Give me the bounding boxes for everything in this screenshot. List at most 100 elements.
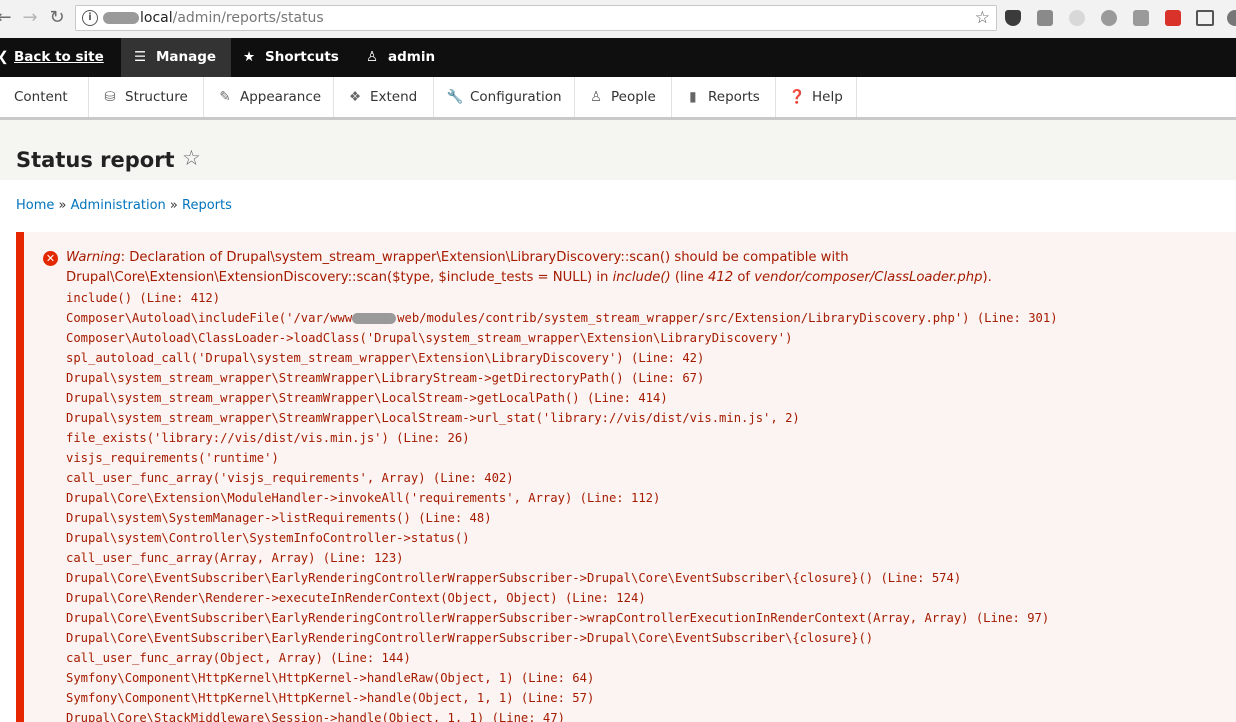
page-title: Status report xyxy=(16,148,175,172)
tray-label: Appearance xyxy=(240,89,322,105)
add-shortcut-star-icon[interactable]: ☆ xyxy=(182,146,201,170)
trace-part: web/modules/contrib/system_stream_wrappe… xyxy=(397,311,1058,325)
back-to-site-link[interactable]: ❮Back to site xyxy=(0,38,104,77)
brush-icon: ✎ xyxy=(219,89,231,105)
manage-tab[interactable]: ☰ Manage xyxy=(121,38,231,77)
trace-line: Composer\Autoload\includeFile('/var/www w… xyxy=(66,308,1058,328)
warning-label: Warning xyxy=(66,250,121,265)
url-path: /admin/reports/status xyxy=(172,10,324,26)
tray-label: Configuration xyxy=(470,89,562,105)
breadcrumb: Home » Administration » Reports xyxy=(16,198,232,213)
tray-item-people[interactable]: ♙ People xyxy=(575,77,672,117)
address-bar[interactable]: i local/admin/reports/status ☆ xyxy=(75,5,997,31)
warning-text: Warning: Declaration of Drupal\system_st… xyxy=(66,248,1216,288)
camera-icon[interactable] xyxy=(1037,10,1053,26)
help-icon: ❓ xyxy=(788,89,806,105)
trace-line: Drupal\Core\StackMiddleware\Session->han… xyxy=(66,711,565,722)
warning-function: include() xyxy=(612,270,671,285)
trace-part: Composer\Autoload\includeFile('/var/www xyxy=(66,311,353,325)
puzzle-icon: ❖ xyxy=(348,89,362,105)
trace-line: Composer\Autoload\ClassLoader->loadClass… xyxy=(66,331,793,345)
trace-line: Drupal\system\Controller\SystemInfoContr… xyxy=(66,531,470,545)
wrench-icon: 🔧 xyxy=(446,89,464,105)
trace-line: Drupal\Core\EventSubscriber\EarlyRenderi… xyxy=(66,631,874,645)
back-arrow-icon[interactable]: ← xyxy=(0,8,14,28)
reload-icon[interactable]: ↻ xyxy=(47,8,67,28)
pocket-icon[interactable] xyxy=(1005,10,1021,26)
warning-line-prefix: (line xyxy=(670,270,708,285)
tray-label: Reports xyxy=(708,89,760,105)
trace-line: Drupal\Core\Render\Renderer->executeInRe… xyxy=(66,591,646,605)
trace-lines: Composer\Autoload\ClassLoader->loadClass… xyxy=(66,328,1058,722)
tray-label: Help xyxy=(812,89,843,105)
bookmark-star-icon[interactable]: ☆ xyxy=(975,8,990,28)
error-message: ✕ Warning: Declaration of Drupal\system_… xyxy=(16,232,1236,722)
trace-line: call_user_func_array(Object, Array) (Lin… xyxy=(66,651,411,665)
breadcrumb-administration[interactable]: Administration xyxy=(71,198,166,213)
shortcuts-label: Shortcuts xyxy=(265,49,339,65)
trace-line: call_user_func_array(Array, Array) (Line… xyxy=(66,551,404,565)
tray-item-reports[interactable]: ▮ Reports xyxy=(672,77,776,117)
url-text: local/admin/reports/status xyxy=(103,10,324,26)
extension-icon[interactable] xyxy=(1069,10,1085,26)
error-icon: ✕ xyxy=(43,251,58,266)
shortcuts-tab[interactable]: ★ Shortcuts xyxy=(239,38,339,77)
admin-tray: Content ⛁ Structure ✎ Appearance ❖ Extend 🔧… xyxy=(0,77,1236,120)
more-icon[interactable] xyxy=(1227,10,1236,26)
tray-label: Content xyxy=(14,89,68,105)
stack-trace: include() (Line: 412) Composer\Autoload\i… xyxy=(66,288,1058,722)
back-to-site-label: Back to site xyxy=(14,49,104,65)
warning-file: vendor/composer/ClassLoader.php xyxy=(754,270,983,285)
trace-line: Symfony\Component\HttpKernel\HttpKernel-… xyxy=(66,671,595,685)
breadcrumb-separator: » xyxy=(169,198,178,213)
redacted-host xyxy=(103,12,139,24)
user-tab[interactable]: ♙ admin xyxy=(362,38,435,77)
trace-line: Drupal\Core\EventSubscriber\EarlyRenderi… xyxy=(66,611,1050,625)
page-header: Status report ☆ xyxy=(0,120,1236,180)
trace-line: Symfony\Component\HttpKernel\HttpKernel-… xyxy=(66,691,595,705)
trace-line: include() (Line: 412) xyxy=(66,291,221,305)
trace-line: Drupal\system_stream_wrapper\StreamWrapp… xyxy=(66,371,705,385)
trace-line: Drupal\Core\Extension\ModuleHandler->inv… xyxy=(66,491,661,505)
tray-label: Structure xyxy=(125,89,188,105)
breadcrumb-home[interactable]: Home xyxy=(16,198,54,213)
trace-line: Drupal\Core\EventSubscriber\EarlyRenderi… xyxy=(66,571,962,585)
trace-line: Drupal\system\SystemManager->listRequire… xyxy=(66,511,492,525)
admin-toolbar: ❮Back to site ☰ Manage ★ Shortcuts ♙ admin xyxy=(0,38,1236,77)
structure-icon: ⛁ xyxy=(104,89,116,105)
share-icon[interactable] xyxy=(1101,10,1117,26)
url-host: local xyxy=(140,10,173,26)
user-label: admin xyxy=(388,49,436,65)
tray-item-content[interactable]: Content xyxy=(0,77,89,117)
warning-of: of xyxy=(733,270,755,285)
trace-line: call_user_func_array('visjs_requirements… xyxy=(66,471,514,485)
trace-line: spl_autoload_call('Drupal\system_stream_… xyxy=(66,351,705,365)
redacted-path xyxy=(352,313,397,324)
star-icon: ★ xyxy=(242,49,256,65)
lastpass-icon[interactable] xyxy=(1165,10,1181,26)
tray-item-configuration[interactable]: 🔧 Configuration xyxy=(434,77,575,117)
tray-item-help[interactable]: ❓ Help xyxy=(776,77,857,117)
breadcrumb-separator: » xyxy=(58,198,67,213)
people-icon: ♙ xyxy=(589,89,603,105)
trace-line: visjs_requirements('runtime') xyxy=(66,451,279,465)
tray-item-appearance[interactable]: ✎ Appearance xyxy=(204,77,334,117)
info-icon[interactable]: i xyxy=(82,10,98,26)
window-icon[interactable] xyxy=(1133,10,1149,26)
cast-icon[interactable] xyxy=(1196,10,1214,26)
tray-item-structure[interactable]: ⛁ Structure xyxy=(89,77,204,117)
browser-toolbar: ← → ↻ i local/admin/reports/status ☆ xyxy=(0,0,1236,39)
tray-label: Extend xyxy=(370,89,418,105)
warning-line: 412 xyxy=(707,270,734,285)
tray-item-extend[interactable]: ❖ Extend xyxy=(334,77,434,117)
trace-line: file_exists('library://vis/dist/vis.min.… xyxy=(66,431,470,445)
trace-line: Drupal\system_stream_wrapper\StreamWrapp… xyxy=(66,391,668,405)
forward-arrow-icon[interactable]: → xyxy=(20,8,40,28)
user-icon: ♙ xyxy=(365,49,379,65)
tray-label: People xyxy=(611,89,656,105)
manage-label: Manage xyxy=(156,49,217,65)
menu-icon: ☰ xyxy=(133,49,147,65)
back-circle-icon: ❮ xyxy=(0,38,10,77)
breadcrumb-reports[interactable]: Reports xyxy=(182,198,232,213)
trace-line: Drupal\system_stream_wrapper\StreamWrapp… xyxy=(66,411,800,425)
